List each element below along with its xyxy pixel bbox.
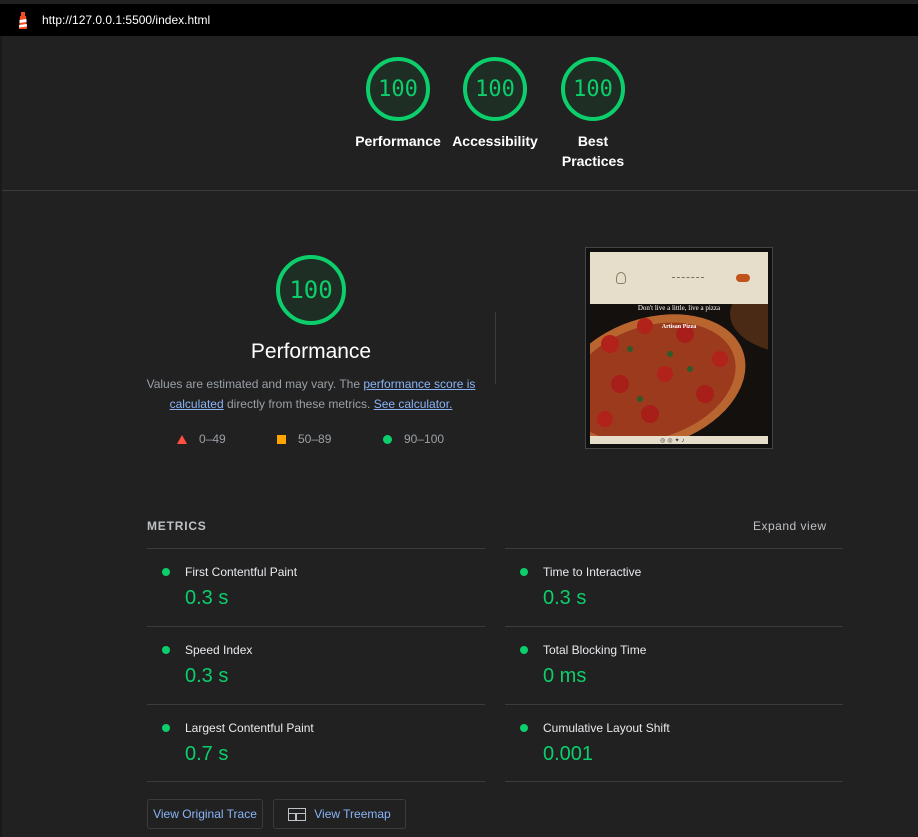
- legend-pass-range: 90–100: [404, 432, 445, 446]
- metric-cumulative-layout-shift: Cumulative Layout Shift 0.001: [505, 705, 843, 783]
- pass-dot-icon: [162, 568, 170, 576]
- view-treemap-button[interactable]: View Treemap: [273, 799, 406, 829]
- see-calculator-link[interactable]: See calculator.: [374, 397, 453, 411]
- screenshot-hero-title: Don't live a little, live a pizza: [637, 304, 721, 312]
- site-logo-icon: [616, 272, 626, 284]
- triangle-icon: [177, 434, 187, 444]
- site-nav: [672, 277, 704, 280]
- legend-fail: 0–49: [177, 432, 226, 446]
- legend-average-range: 50–89: [298, 432, 332, 446]
- legend-fail-range: 0–49: [199, 432, 226, 446]
- metric-value: 0.3 s: [543, 587, 587, 609]
- legend-average: 50–89: [277, 432, 331, 446]
- final-screenshot[interactable]: Don't live a little, live a pizza Artisa…: [585, 247, 773, 449]
- left-edge: [0, 36, 2, 837]
- expand-view-toggle[interactable]: Expand view: [753, 519, 827, 533]
- best-practices-gauge[interactable]: 100: [560, 56, 626, 122]
- vertical-separator: [495, 312, 496, 384]
- pass-dot-icon: [520, 724, 528, 732]
- accessibility-label: Accessibility: [452, 133, 538, 149]
- treemap-icon: [288, 807, 307, 821]
- metrics-heading: METRICS: [147, 519, 207, 533]
- metric-first-contentful-paint: First Contentful Paint 0.3 s: [147, 549, 485, 627]
- performance-score: 100: [378, 76, 418, 102]
- legend-pass: 90–100: [383, 432, 444, 446]
- performance-gauge[interactable]: 100: [365, 56, 431, 122]
- metric-value: 0.001: [543, 743, 594, 765]
- view-treemap-label: View Treemap: [314, 807, 391, 821]
- metric-label: Total Blocking Time: [543, 643, 647, 657]
- description-prefix: Values are estimated and may vary. The: [146, 377, 364, 391]
- lighthouse-icon: [19, 12, 27, 29]
- accessibility-score: 100: [475, 76, 515, 102]
- metric-time-to-interactive: Time to Interactive 0.3 s: [505, 549, 843, 627]
- performance-label: Performance: [355, 133, 441, 149]
- metric-largest-contentful-paint: Largest Contentful Paint 0.7 s: [147, 705, 485, 783]
- pass-dot-icon: [162, 646, 170, 654]
- metric-speed-index: Speed Index 0.3 s: [147, 627, 485, 705]
- metric-value: 0.3 s: [185, 587, 229, 609]
- best-practices-score: 100: [573, 76, 613, 102]
- accessibility-gauge[interactable]: 100: [462, 56, 528, 122]
- performance-main-gauge: 100: [275, 254, 347, 326]
- view-original-trace-label: View Original Trace: [153, 807, 257, 821]
- browser-bar: http://127.0.0.1:5500/index.html: [0, 4, 918, 36]
- metric-total-blocking-time: Total Blocking Time 0 ms: [505, 627, 843, 705]
- metric-label: Cumulative Layout Shift: [543, 721, 670, 735]
- description-middle: directly from these metrics.: [223, 397, 374, 411]
- metrics-divider: [147, 781, 485, 782]
- section-divider: [2, 190, 918, 191]
- metric-value: 0.3 s: [185, 665, 229, 687]
- metric-label: Largest Contentful Paint: [185, 721, 314, 735]
- screenshot-hero-subtitle: Artisan Pizza: [661, 324, 697, 330]
- pass-dot-icon: [520, 646, 528, 654]
- performance-description: Values are estimated and may vary. The p…: [140, 374, 482, 414]
- cart-icon: [736, 274, 750, 282]
- metric-value: 0.7 s: [185, 743, 229, 765]
- metrics-divider: [505, 781, 843, 782]
- social-icons: ◎◎✦♪: [660, 438, 687, 444]
- circle-icon: [383, 434, 392, 444]
- screenshot-header: [590, 252, 768, 304]
- metric-label: First Contentful Paint: [185, 565, 298, 579]
- pass-dot-icon: [520, 568, 528, 576]
- pass-dot-icon: [162, 724, 170, 732]
- square-icon: [277, 434, 286, 444]
- metric-label: Speed Index: [185, 643, 253, 657]
- performance-main-score: 100: [289, 276, 333, 304]
- performance-title: Performance: [250, 340, 372, 363]
- page-url[interactable]: http://127.0.0.1:5500/index.html: [42, 13, 210, 27]
- metric-value: 0 ms: [543, 665, 587, 687]
- screenshot-image: Don't live a little, live a pizza Artisa…: [590, 252, 768, 444]
- view-original-trace-button[interactable]: View Original Trace: [147, 799, 263, 829]
- best-practices-label: Best Practices: [561, 133, 625, 169]
- metric-label: Time to Interactive: [543, 565, 642, 579]
